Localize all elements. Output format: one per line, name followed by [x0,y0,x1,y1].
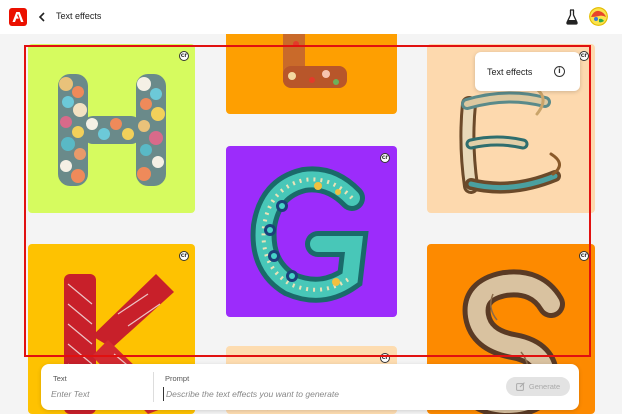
text-effects-tooltip: Text effects i [475,52,580,91]
letter-h-image [58,74,166,186]
prompt-bar: Text Prompt Generate [41,364,579,410]
top-bar: Text effects [0,0,622,34]
generate-icon [515,382,525,391]
letter-g-image [250,166,369,303]
prompt-label: Prompt [165,374,190,383]
divider [153,372,154,402]
tile-g[interactable]: cr [226,146,397,317]
text-input[interactable] [51,387,147,401]
content-credentials-icon: cr [179,251,189,261]
content-credentials-icon: cr [179,51,189,61]
effects-gallery: cr cr cr cr cr cr Text effects i [0,34,622,414]
flask-icon[interactable] [565,9,579,30]
back-arrow-icon[interactable] [36,9,50,25]
content-credentials-icon: cr [380,353,390,363]
tile-l[interactable] [226,34,397,114]
content-credentials-icon: cr [579,51,589,61]
avatar[interactable] [589,7,608,26]
info-icon[interactable]: i [554,66,565,77]
content-credentials-icon: cr [380,153,390,163]
tile-h[interactable]: cr [28,44,195,213]
text-label: Text [53,374,67,383]
tooltip-label: Text effects [487,67,533,77]
page-title: Text effects [56,11,102,21]
generate-label: Generate [528,382,561,391]
prompt-input[interactable] [163,387,493,401]
generate-button[interactable]: Generate [506,377,570,396]
letter-l-image [283,34,347,88]
adobe-logo-icon[interactable] [9,8,27,26]
content-credentials-icon: cr [579,251,589,261]
